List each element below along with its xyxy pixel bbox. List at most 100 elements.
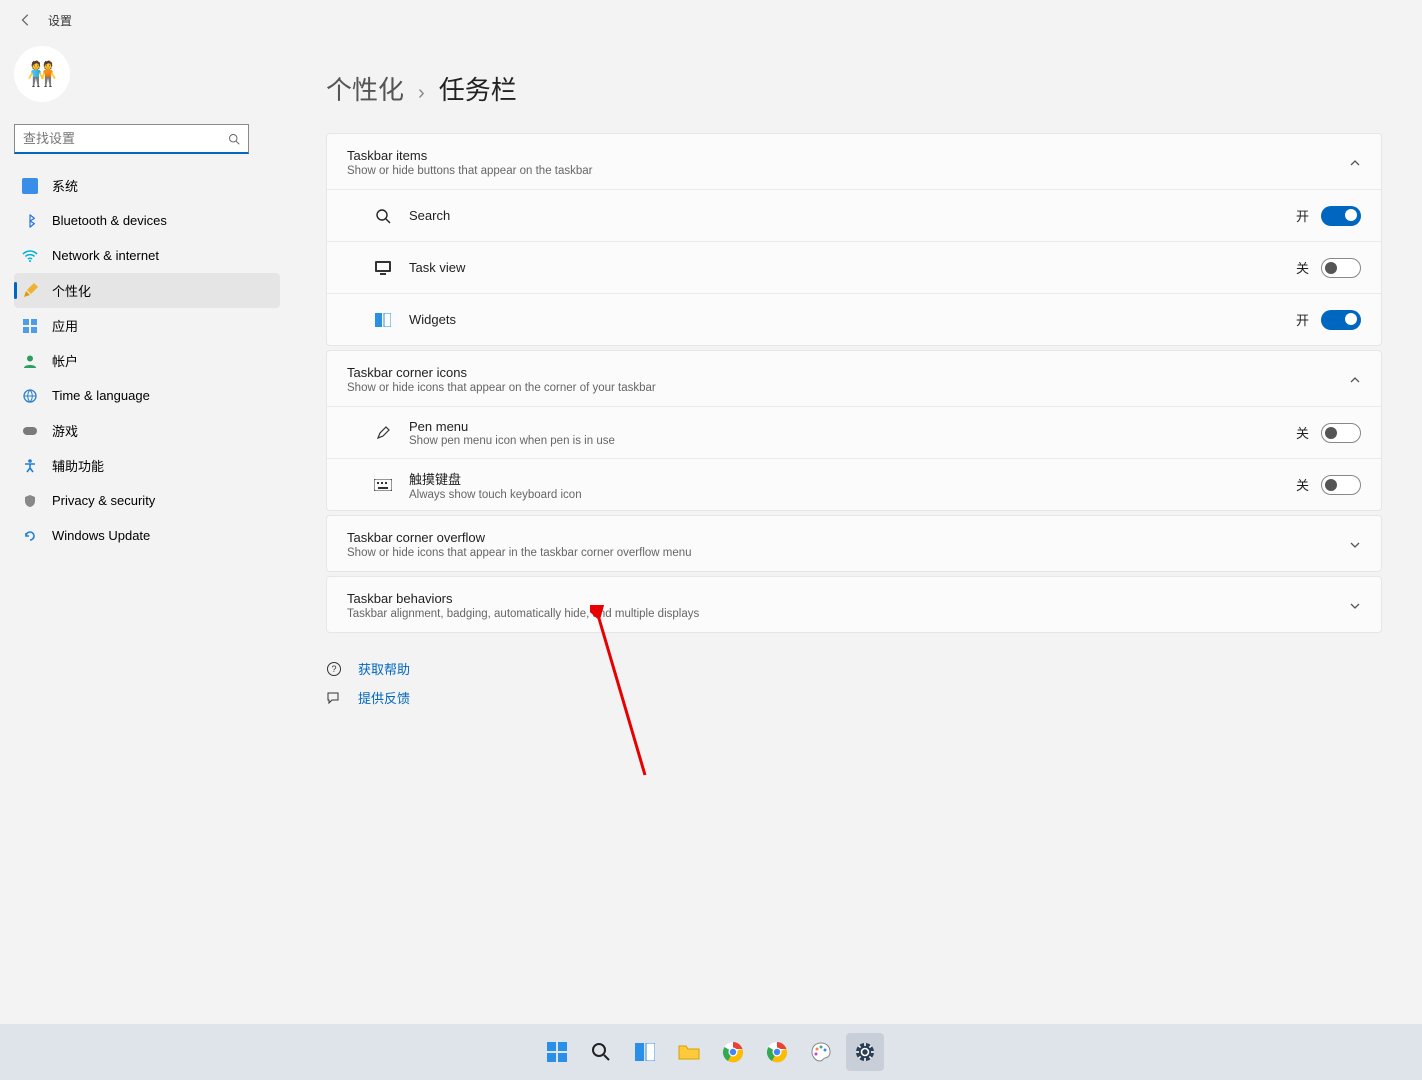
nav-windows-update[interactable]: Windows Update [14,518,280,553]
card-title: Taskbar corner overflow [347,530,1349,545]
nav-label: Privacy & security [52,493,155,508]
back-button[interactable] [14,8,38,32]
nav-personalization[interactable]: 个性化 [14,273,280,308]
nav-apps[interactable]: 应用 [14,308,280,343]
gear-icon [853,1040,877,1064]
nav-time-language[interactable]: Time & language [14,378,280,413]
pen-icon [371,425,395,441]
card-header-taskbar-items[interactable]: Taskbar items Show or hide buttons that … [327,134,1381,189]
paint-icon [809,1040,833,1064]
widgets-icon [633,1040,657,1064]
row-label: Widgets [409,312,1296,327]
taskbar-paint[interactable] [802,1033,840,1071]
accounts-icon [22,353,38,369]
nav-bluetooth[interactable]: Bluetooth & devices [14,203,280,238]
section-taskbar-items: Taskbar items Show or hide buttons that … [326,133,1382,346]
toggle-task-view[interactable] [1321,258,1361,278]
feedback-link[interactable]: 提供反馈 [326,688,1382,707]
taskbar [0,1024,1422,1080]
search-icon [589,1040,613,1064]
taskbar-explorer[interactable] [670,1033,708,1071]
nav-label: 个性化 [52,281,91,300]
search-icon [228,133,240,145]
card-sub: Taskbar alignment, badging, automaticall… [347,608,1349,620]
back-arrow-icon [19,13,33,27]
row-label: Pen menu [409,419,1296,434]
gaming-icon [22,423,38,439]
nav-accounts[interactable]: 帐户 [14,343,280,378]
card-title: Taskbar behaviors [347,591,1349,606]
nav-list: 系统 Bluetooth & devices Network & interne… [14,168,280,553]
search-input[interactable] [23,131,228,146]
row-sub: Show pen menu icon when pen is in use [409,435,1296,447]
nav-label: 游戏 [52,421,78,440]
feedback-label[interactable]: 提供反馈 [358,688,410,707]
card-taskbar-behaviors[interactable]: Taskbar behaviors Taskbar alignment, bad… [326,576,1382,633]
breadcrumb-parent[interactable]: 个性化 [326,70,404,107]
taskbar-start[interactable] [538,1033,576,1071]
taskbar-widgets[interactable] [626,1033,664,1071]
row-sub: Always show touch keyboard icon [409,489,1296,501]
search-icon [371,208,395,224]
toggle-search[interactable] [1321,206,1361,226]
personalization-icon [22,283,38,299]
card-sub: Show or hide buttons that appear on the … [347,165,1349,177]
titlebar: 设置 [0,0,1422,40]
taskbar-chrome-2[interactable] [758,1033,796,1071]
nav-system[interactable]: 系统 [14,168,280,203]
folder-icon [677,1040,701,1064]
help-links: ? 获取帮助 提供反馈 [326,659,1382,707]
nav-label: 应用 [52,316,78,335]
get-help-label[interactable]: 获取帮助 [358,659,410,678]
row-widgets: Widgets 开 [327,293,1381,345]
apps-icon [22,318,38,334]
wifi-icon [22,248,38,264]
card-title: Taskbar corner icons [347,365,1349,380]
privacy-icon [22,493,38,509]
taskbar-settings[interactable] [846,1033,884,1071]
taskbar-search[interactable] [582,1033,620,1071]
get-help-link[interactable]: ? 获取帮助 [326,659,1382,678]
feedback-icon [326,690,342,706]
row-pen-menu: Pen menu Show pen menu icon when pen is … [327,406,1381,458]
toggle-state-label: 开 [1296,206,1309,225]
section-corner-icons: Taskbar corner icons Show or hide icons … [326,350,1382,511]
toggle-state-label: 关 [1296,475,1309,494]
toggle-touch-keyboard[interactable] [1321,475,1361,495]
card-taskbar-items: Taskbar items Show or hide buttons that … [326,133,1382,346]
avatar[interactable]: 🧑‍🤝‍🧑 [14,46,70,102]
nav-network[interactable]: Network & internet [14,238,280,273]
search-box[interactable] [14,124,249,154]
nav-privacy[interactable]: Privacy & security [14,483,280,518]
nav-gaming[interactable]: 游戏 [14,413,280,448]
main-content: 个性化 › 任务栏 Taskbar items Show or hide but… [290,40,1422,1024]
nav-label: Network & internet [52,248,159,263]
layout: 🧑‍🤝‍🧑 系统 Bluetooth & devices [0,40,1422,1024]
chevron-up-icon [1349,157,1361,169]
card-sub: Show or hide icons that appear in the ta… [347,547,1349,559]
nav-label: Time & language [52,388,150,403]
row-touch-keyboard: 触摸键盘 Always show touch keyboard icon 关 [327,458,1381,510]
window-title: 设置 [48,12,72,29]
taskbar-chrome-1[interactable] [714,1033,752,1071]
row-label: Task view [409,260,1296,275]
row-task-view: Task view 关 [327,241,1381,293]
toggle-state-label: 关 [1296,423,1309,442]
breadcrumb: 个性化 › 任务栏 [326,70,1382,107]
chevron-down-icon [1349,600,1361,612]
toggle-state-label: 开 [1296,310,1309,329]
chrome-icon [721,1040,745,1064]
nav-accessibility[interactable]: 辅助功能 [14,448,280,483]
card-corner-overflow[interactable]: Taskbar corner overflow Show or hide ico… [326,515,1382,572]
task-view-icon [371,261,395,275]
toggle-pen-menu[interactable] [1321,423,1361,443]
toggle-widgets[interactable] [1321,310,1361,330]
sidebar: 🧑‍🤝‍🧑 系统 Bluetooth & devices [0,40,290,1024]
keyboard-icon [371,479,395,491]
card-header-corner-icons[interactable]: Taskbar corner icons Show or hide icons … [327,351,1381,406]
nav-label: 系统 [52,176,78,195]
accessibility-icon [22,458,38,474]
row-search: Search 开 [327,189,1381,241]
widgets-icon [371,313,395,327]
card-corner-icons: Taskbar corner icons Show or hide icons … [326,350,1382,511]
